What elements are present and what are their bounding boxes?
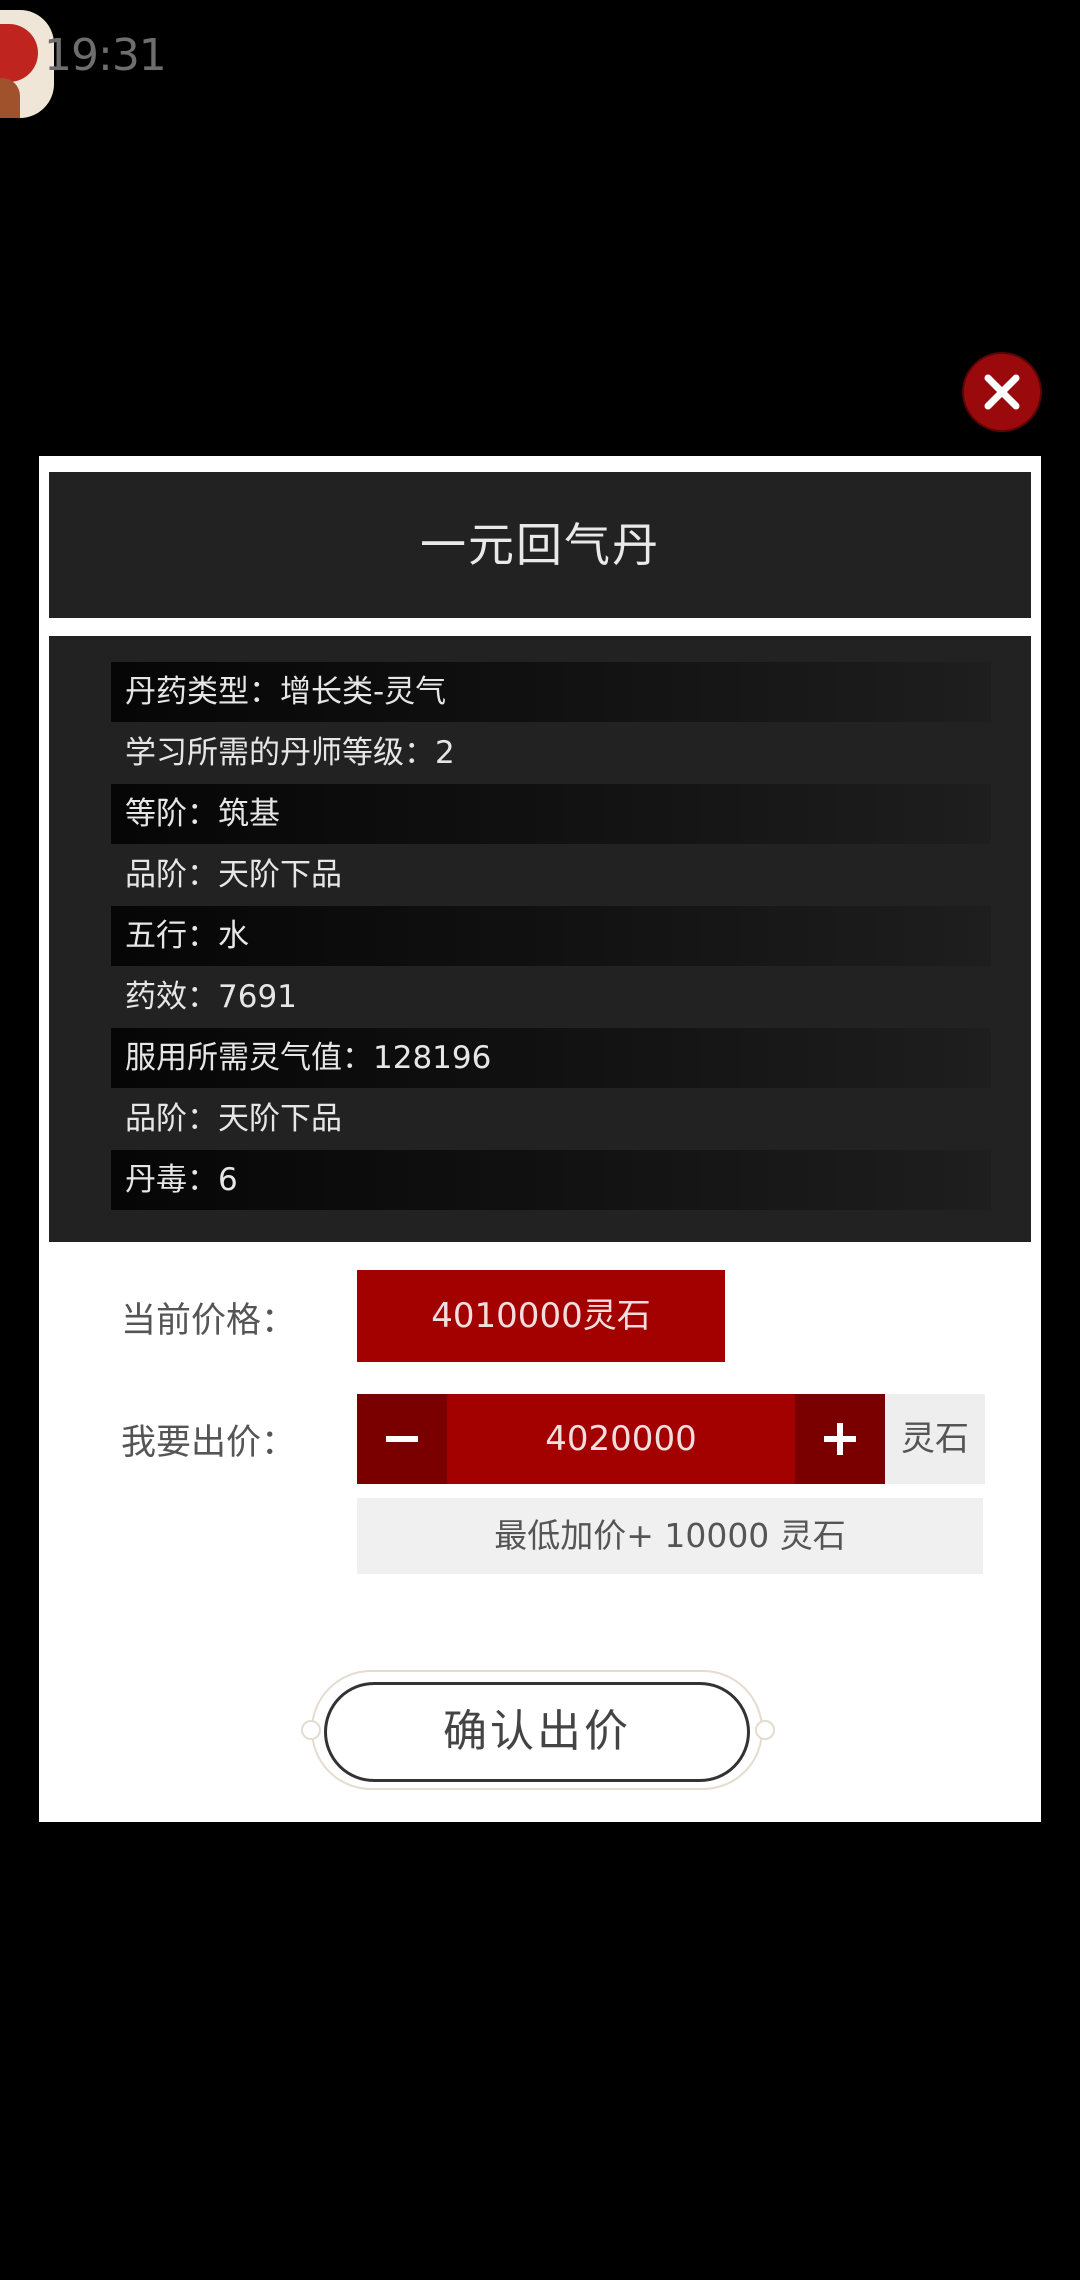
info-row-potency: 药效：7691: [125, 979, 297, 1015]
info-row-grade-2: 品阶：天阶下品: [125, 1101, 342, 1137]
dialog-header: 一元回气丹: [49, 472, 1031, 618]
bid-amount-input[interactable]: 4020000: [447, 1394, 795, 1484]
info-row-element: 五行：水: [111, 906, 991, 966]
item-title: 一元回气丹: [420, 518, 660, 572]
confirm-bid-button[interactable]: 确认出价: [324, 1682, 750, 1782]
decor-dot-left: [301, 1720, 321, 1740]
bid-stepper: 4020000 灵石: [357, 1394, 985, 1484]
info-row-required-qi: 服用所需灵气值：128196: [111, 1028, 991, 1088]
close-icon: [984, 374, 1020, 410]
info-row-required-level: 学习所需的丹师等级：2: [125, 735, 455, 771]
info-row-toxicity: 丹毒：6: [111, 1150, 991, 1210]
close-button[interactable]: [964, 354, 1040, 430]
bid-dialog: 一元回气丹 丹药类型：增长类-灵气 学习所需的丹师等级：2 等阶：筑基 品阶：天…: [39, 456, 1041, 1822]
status-time: 19:31: [44, 30, 167, 81]
minus-icon: [386, 1436, 418, 1442]
bid-label: 我要出价：: [121, 1423, 297, 1463]
info-row-pill-type: 丹药类型：增长类-灵气: [111, 662, 991, 722]
decor-dot-right: [755, 1720, 775, 1740]
status-bar: 19:31: [0, 0, 1080, 120]
bid-unit: 灵石: [885, 1394, 985, 1484]
current-price-label: 当前价格：: [121, 1301, 297, 1341]
increase-bid-button[interactable]: [795, 1394, 885, 1484]
decrease-bid-button[interactable]: [357, 1394, 447, 1484]
min-increment-hint: 最低加价+ 10000 灵石: [357, 1498, 983, 1574]
plus-icon: [824, 1423, 856, 1455]
current-price-value: 4010000灵石: [357, 1270, 725, 1362]
item-info-panel: 丹药类型：增长类-灵气 学习所需的丹师等级：2 等阶：筑基 品阶：天阶下品 五行…: [49, 636, 1031, 1242]
info-row-grade: 品阶：天阶下品: [125, 857, 342, 893]
info-row-rank: 等阶：筑基: [111, 784, 991, 844]
confirm-button-frame: 确认出价: [301, 1668, 775, 1798]
